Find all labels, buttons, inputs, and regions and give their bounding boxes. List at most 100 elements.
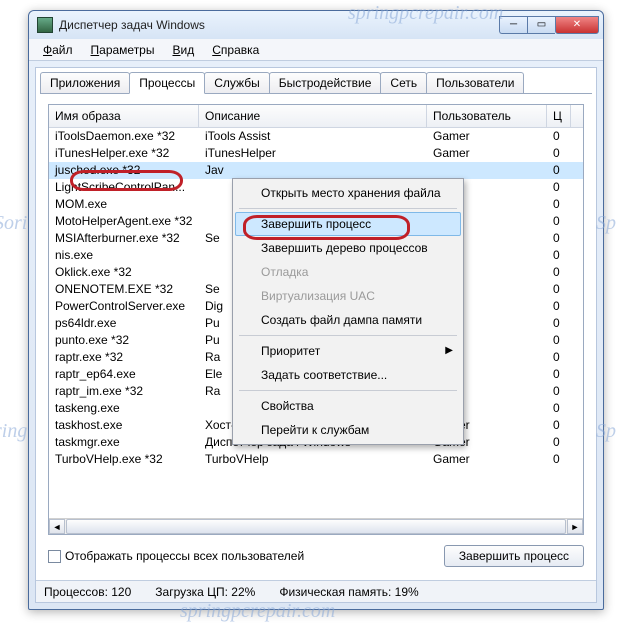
col-description[interactable]: Описание xyxy=(199,105,427,127)
menu-view[interactable]: Вид xyxy=(164,41,202,59)
tab-users[interactable]: Пользователи xyxy=(426,72,524,94)
checkbox-label: Отображать процессы всех пользователей xyxy=(65,549,304,563)
cell: ONENOTEM.EXE *32 xyxy=(49,281,199,298)
cell: Gamer xyxy=(427,451,547,468)
cell xyxy=(427,162,547,179)
cell: 0 xyxy=(547,383,571,400)
context-menu: Открыть место хранения файла Завершить пр… xyxy=(232,178,464,445)
cell: taskhost.exe xyxy=(49,417,199,434)
checkbox-icon[interactable] xyxy=(48,550,61,563)
table-row[interactable]: TurboVHelp.exe *32TurboVHelpGamer0 xyxy=(49,451,583,468)
status-cpu: Загрузка ЦП: 22% xyxy=(155,585,255,599)
col-image-name[interactable]: Имя образа xyxy=(49,105,199,127)
end-process-button[interactable]: Завершить процесс xyxy=(444,545,584,567)
cell: taskmgr.exe xyxy=(49,434,199,451)
cell: 0 xyxy=(547,145,571,162)
menu-help[interactable]: Справка xyxy=(204,41,267,59)
context-menu-item[interactable]: Завершить процесс xyxy=(235,212,461,236)
separator xyxy=(239,390,457,391)
cell: 0 xyxy=(547,213,571,230)
col-extra[interactable]: Ц xyxy=(547,105,571,127)
table-row[interactable]: iTunesHelper.exe *32iTunesHelperGamer0 xyxy=(49,145,583,162)
scroll-left-icon[interactable]: ◄ xyxy=(49,519,65,534)
maximize-button[interactable]: ▭ xyxy=(527,16,555,34)
table-row[interactable]: iToolsDaemon.exe *32iTools AssistGamer0 xyxy=(49,128,583,145)
cell: 0 xyxy=(547,332,571,349)
cell: 0 xyxy=(547,247,571,264)
context-menu-item[interactable]: Приоритет▶ xyxy=(235,339,461,363)
cell: iToolsDaemon.exe *32 xyxy=(49,128,199,145)
status-memory: Физическая память: 19% xyxy=(279,585,418,599)
context-menu-item[interactable]: Задать соответствие... xyxy=(235,363,461,387)
cell: MSIAfterburner.exe *32 xyxy=(49,230,199,247)
cell: 0 xyxy=(547,230,571,247)
show-all-users-checkbox[interactable]: Отображать процессы всех пользователей xyxy=(48,549,304,563)
window-title: Диспетчер задач Windows xyxy=(59,18,499,32)
scroll-thumb[interactable] xyxy=(66,519,566,534)
context-menu-item: Виртуализация UAC xyxy=(235,284,461,308)
cell: 0 xyxy=(547,179,571,196)
scroll-right-icon[interactable]: ► xyxy=(567,519,583,534)
status-bar: Процессов: 120 Загрузка ЦП: 22% Физическ… xyxy=(36,580,596,602)
cell: MotoHelperAgent.exe *32 xyxy=(49,213,199,230)
list-header: Имя образа Описание Пользователь Ц xyxy=(49,105,583,128)
cell: iTunesHelper xyxy=(199,145,427,162)
cell: 0 xyxy=(547,451,571,468)
cell: PowerControlServer.exe xyxy=(49,298,199,315)
cell: 0 xyxy=(547,349,571,366)
context-menu-item[interactable]: Свойства xyxy=(235,394,461,418)
close-button[interactable]: ✕ xyxy=(555,16,599,34)
tab-network[interactable]: Сеть xyxy=(380,72,427,94)
cell: LightScribeControlPan... xyxy=(49,179,199,196)
menu-file[interactable]: Файл xyxy=(35,41,81,59)
cell: raptr_ep64.exe xyxy=(49,366,199,383)
context-menu-item[interactable]: Перейти к службам xyxy=(235,418,461,442)
menubar: Файл Параметры Вид Справка xyxy=(29,39,603,61)
tab-applications[interactable]: Приложения xyxy=(40,72,130,94)
status-processes: Процессов: 120 xyxy=(44,585,131,599)
cell: jusched.exe *32 xyxy=(49,162,199,179)
cell: 0 xyxy=(547,315,571,332)
app-icon xyxy=(37,17,53,33)
bottom-row: Отображать процессы всех пользователей З… xyxy=(48,535,584,567)
cell: MOM.exe xyxy=(49,196,199,213)
cell: nis.exe xyxy=(49,247,199,264)
tab-strip: Приложения Процессы Службы Быстродействи… xyxy=(36,68,596,94)
tab-performance[interactable]: Быстродействие xyxy=(269,72,382,94)
context-menu-item[interactable]: Открыть место хранения файла xyxy=(235,181,461,205)
cell: Gamer xyxy=(427,128,547,145)
tab-services[interactable]: Службы xyxy=(204,72,269,94)
cell: iTunesHelper.exe *32 xyxy=(49,145,199,162)
col-user[interactable]: Пользователь xyxy=(427,105,547,127)
tab-processes[interactable]: Процессы xyxy=(129,72,205,94)
separator xyxy=(239,335,457,336)
cell: 0 xyxy=(547,196,571,213)
cell: 0 xyxy=(547,298,571,315)
context-menu-item: Отладка xyxy=(235,260,461,284)
context-menu-item[interactable]: Создать файл дампа памяти xyxy=(235,308,461,332)
cell: 0 xyxy=(547,366,571,383)
context-menu-item[interactable]: Завершить дерево процессов xyxy=(235,236,461,260)
cell: ps64ldr.exe xyxy=(49,315,199,332)
cell: TurboVHelp xyxy=(199,451,427,468)
submenu-arrow-icon: ▶ xyxy=(445,345,453,356)
cell: 0 xyxy=(547,281,571,298)
cell: raptr_im.exe *32 xyxy=(49,383,199,400)
cell: 0 xyxy=(547,434,571,451)
minimize-button[interactable]: ─ xyxy=(499,16,527,34)
titlebar[interactable]: Диспетчер задач Windows ─ ▭ ✕ xyxy=(29,11,603,39)
cell: raptr.exe *32 xyxy=(49,349,199,366)
cell: TurboVHelp.exe *32 xyxy=(49,451,199,468)
cell: 0 xyxy=(547,128,571,145)
horizontal-scrollbar[interactable]: ◄ ► xyxy=(49,518,583,534)
cell: iTools Assist xyxy=(199,128,427,145)
table-row[interactable]: jusched.exe *32Jav0 xyxy=(49,162,583,179)
cell: punto.exe *32 xyxy=(49,332,199,349)
menu-options[interactable]: Параметры xyxy=(83,41,163,59)
cell: 0 xyxy=(547,162,571,179)
cell: 0 xyxy=(547,400,571,417)
cell: taskeng.exe xyxy=(49,400,199,417)
cell: 0 xyxy=(547,417,571,434)
cell: 0 xyxy=(547,264,571,281)
cell: Gamer xyxy=(427,145,547,162)
